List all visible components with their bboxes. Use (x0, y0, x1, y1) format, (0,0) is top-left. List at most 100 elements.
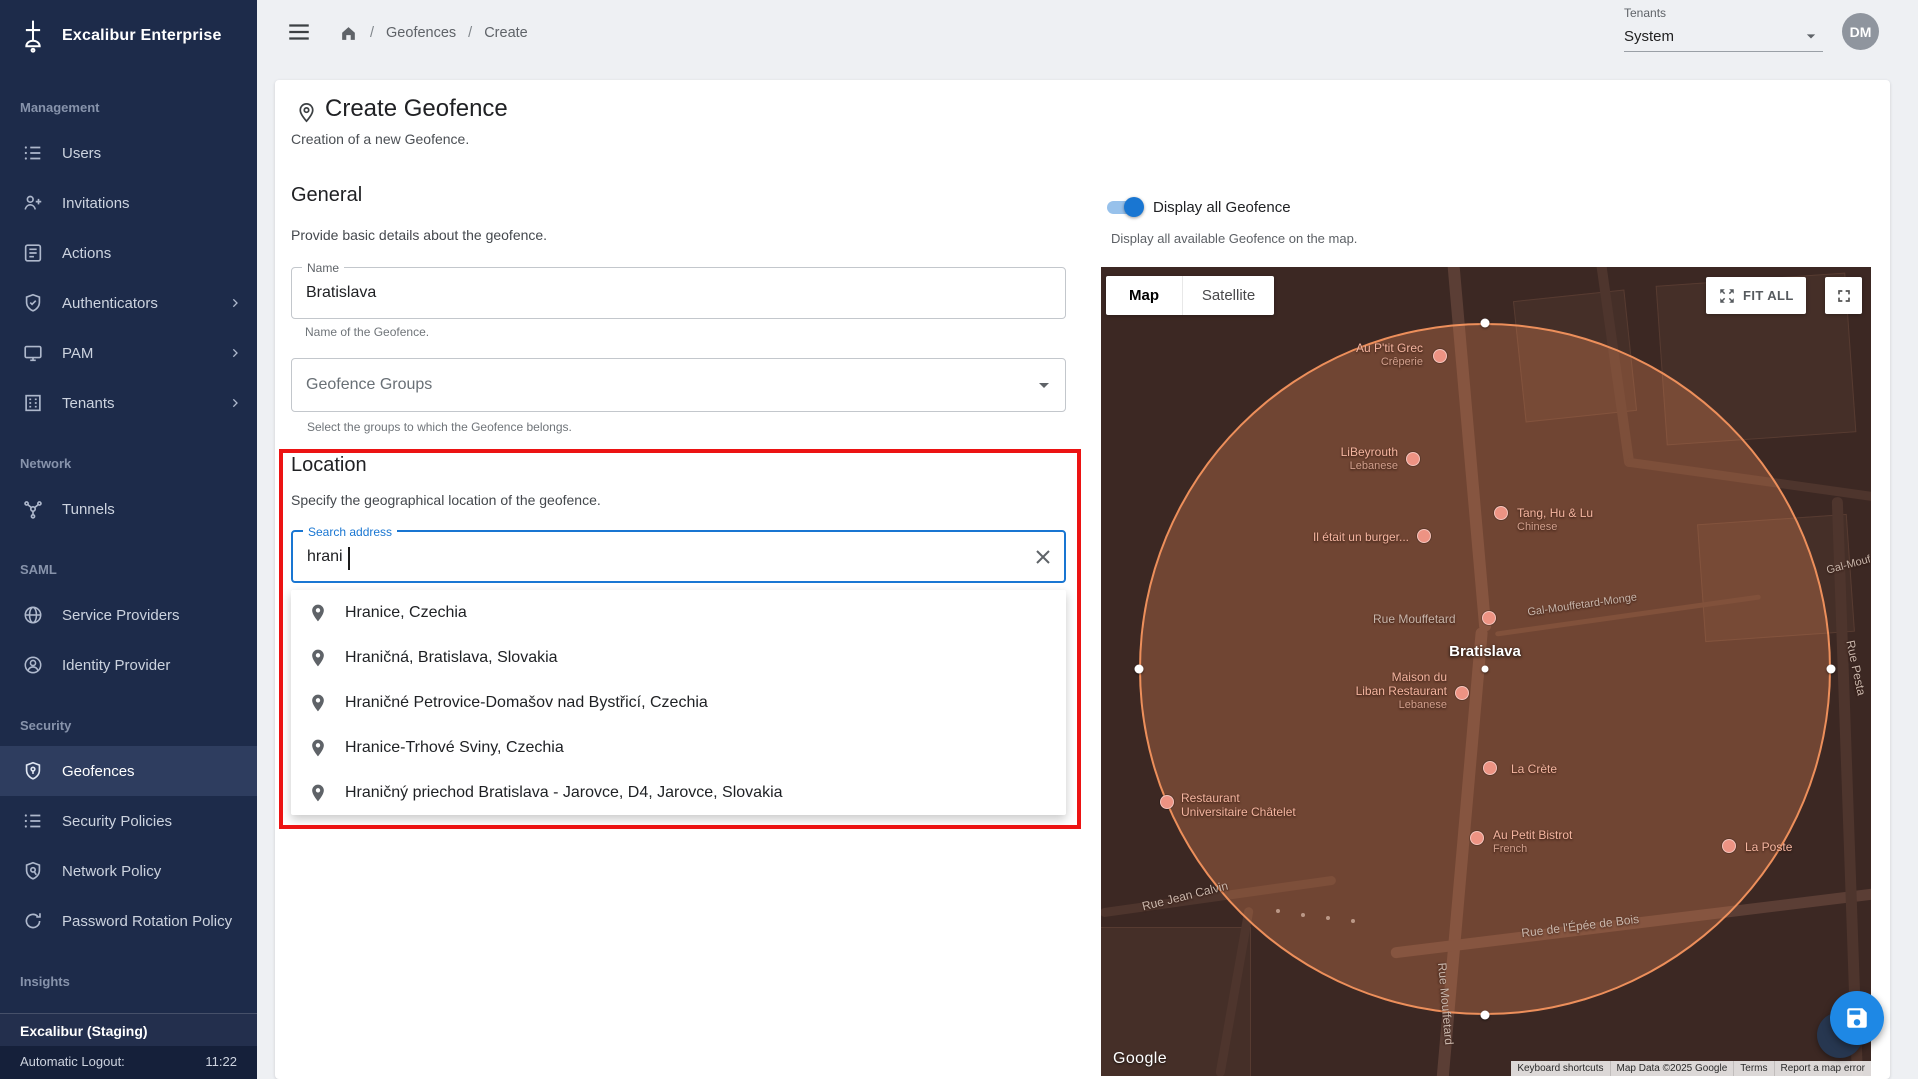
map-type-map-button[interactable]: Map (1106, 276, 1182, 315)
pin-icon (308, 783, 328, 803)
logout-label: Automatic Logout: (20, 1054, 125, 1069)
sidebar-item-geofences[interactable]: Geofences (0, 746, 257, 796)
geofence-handle-north[interactable] (1481, 319, 1490, 328)
tenant-select[interactable]: Tenants System (1624, 6, 1823, 52)
sidebar-item-tenants[interactable]: Tenants (0, 378, 257, 428)
rotate-icon (22, 910, 44, 932)
name-helper: Name of the Geofence. (305, 325, 429, 339)
keyboard-shortcuts-link[interactable]: Keyboard shortcuts (1511, 1061, 1609, 1076)
fullscreen-button[interactable] (1825, 277, 1862, 314)
suggestion-item[interactable]: Hraničný priechod Bratislava - Jarovce, … (291, 770, 1066, 815)
search-address-field: Search address (291, 530, 1066, 583)
poi-marker[interactable] (1160, 795, 1174, 809)
poi-marker[interactable] (1433, 349, 1447, 363)
sidebar-item-label: Network Policy (62, 863, 161, 880)
poi-marker[interactable] (1722, 839, 1736, 853)
sidebar-item-password-rotation-policy[interactable]: Password Rotation Policy (0, 896, 257, 946)
poi-label: Au P'tit Grec Crêperie (1356, 341, 1423, 369)
breadcrumb: / Geofences / Create (339, 22, 528, 44)
suggestion-item[interactable]: Hranice-Trhové Sviny, Czechia (291, 725, 1066, 770)
sidebar-item-invitations[interactable]: Invitations (0, 178, 257, 228)
sidebar-item-label: Geofences (62, 763, 135, 780)
poi-marker[interactable] (1470, 831, 1484, 845)
poi-label: La Poste (1745, 840, 1792, 854)
general-description: Provide basic details about the geofence… (291, 227, 547, 243)
poi-marker[interactable] (1483, 761, 1497, 775)
breadcrumb-separator: / (468, 25, 472, 41)
breadcrumb-geofences[interactable]: Geofences (386, 25, 456, 41)
sidebar-item-users[interactable]: Users (0, 128, 257, 178)
avatar[interactable]: DM (1842, 13, 1879, 50)
poi-marker[interactable] (1482, 611, 1496, 625)
suggestion-item[interactable]: Hranice, Czechia (291, 590, 1066, 635)
shield-location-icon (22, 760, 44, 782)
tenant-select-label: Tenants (1624, 6, 1823, 20)
sidebar-item-tunnels[interactable]: Tunnels (0, 484, 257, 534)
sidebar-item-identity-provider[interactable]: Identity Provider (0, 640, 257, 690)
geofence-handle-south[interactable] (1481, 1011, 1490, 1020)
geofence-groups-select[interactable]: Geofence Groups (291, 358, 1066, 412)
poi-label: Tang, Hu & Lu Chinese (1517, 506, 1593, 534)
report-map-error-link[interactable]: Report a map error (1774, 1061, 1871, 1076)
sidebar-item-pam[interactable]: PAM (0, 328, 257, 378)
building-icon (22, 392, 44, 414)
text-cursor (348, 547, 350, 570)
sidebar-item-label: Actions (62, 245, 111, 262)
sidebar-item-network-policy[interactable]: Network Policy (0, 846, 257, 896)
suggestion-text: Hraničná, Bratislava, Slovakia (345, 649, 558, 667)
geofence-handle-center[interactable] (1482, 666, 1489, 673)
city-label: Bratislava (1449, 643, 1521, 660)
section-header-security: Security (0, 690, 257, 746)
dropdown-arrow-icon[interactable] (1032, 373, 1056, 397)
pin-icon (308, 738, 328, 758)
suggestion-text: Hranice, Czechia (345, 604, 467, 622)
clear-icon[interactable] (1031, 545, 1055, 569)
poi-label: LiBeyrouth Lebanese (1341, 445, 1398, 473)
location-pin-icon (295, 101, 318, 124)
suggestion-item[interactable]: Hraničná, Bratislava, Slovakia (291, 635, 1066, 680)
sidebar-item-label: Authenticators (62, 295, 158, 312)
terms-link[interactable]: Terms (1733, 1061, 1773, 1076)
section-header-insights: Insights (0, 946, 257, 1002)
sidebar-item-label: Tenants (62, 395, 115, 412)
home-icon[interactable] (339, 24, 358, 43)
fit-all-button[interactable]: FIT ALL (1706, 277, 1806, 314)
name-field: Name (291, 267, 1066, 319)
sidebar-item-authenticators[interactable]: Authenticators (0, 278, 257, 328)
sidebar: Excalibur Enterprise Management Users In… (0, 0, 257, 1079)
poi-marker[interactable] (1406, 452, 1420, 466)
poi-marker[interactable] (1494, 506, 1508, 520)
sidebar-item-service-providers[interactable]: Service Providers (0, 590, 257, 640)
sidebar-item-label: Identity Provider (62, 657, 170, 674)
poi-label: Il était un burger... (1313, 530, 1409, 544)
suggestion-item[interactable]: Hraničné Petrovice-Domašov nad Bystřicí,… (291, 680, 1066, 725)
list-icon (22, 810, 44, 832)
fit-all-label: FIT ALL (1743, 288, 1794, 303)
person-add-icon (22, 192, 44, 214)
hub-icon (22, 498, 44, 520)
search-address-label: Search address (303, 525, 397, 539)
geofence-groups-placeholder: Geofence Groups (292, 359, 1065, 411)
location-heading: Location (291, 454, 367, 477)
geofence-handle-west[interactable] (1135, 665, 1144, 674)
poi-marker[interactable] (1417, 529, 1431, 543)
brand[interactable]: Excalibur Enterprise (0, 0, 257, 72)
map-canvas[interactable]: Bratislava Au P'tit Grec Crêperie LiBeyr… (1101, 267, 1871, 1076)
address-suggestions: Hranice, Czechia Hraničná, Bratislava, S… (291, 590, 1066, 815)
menu-icon[interactable] (286, 19, 312, 45)
pin-icon (308, 648, 328, 668)
search-address-input[interactable] (293, 532, 1064, 581)
map-type-control: Map Satellite (1106, 276, 1274, 315)
sidebar-item-actions[interactable]: Actions (0, 228, 257, 278)
name-input[interactable] (292, 268, 1065, 318)
map-type-satellite-button[interactable]: Satellite (1182, 276, 1274, 315)
poi-marker[interactable] (1455, 686, 1469, 700)
sidebar-item-security-policies[interactable]: Security Policies (0, 796, 257, 846)
geofence-handle-east[interactable] (1827, 665, 1836, 674)
map-data-label: Map Data ©2025 Google (1610, 1061, 1734, 1076)
save-fab-button[interactable] (1830, 991, 1884, 1045)
save-icon (1844, 1005, 1870, 1031)
suggestion-text: Hranice-Trhové Sviny, Czechia (345, 739, 564, 757)
display-all-geofence-toggle[interactable] (1104, 197, 1144, 217)
toggle-label: Display all Geofence (1153, 199, 1291, 216)
